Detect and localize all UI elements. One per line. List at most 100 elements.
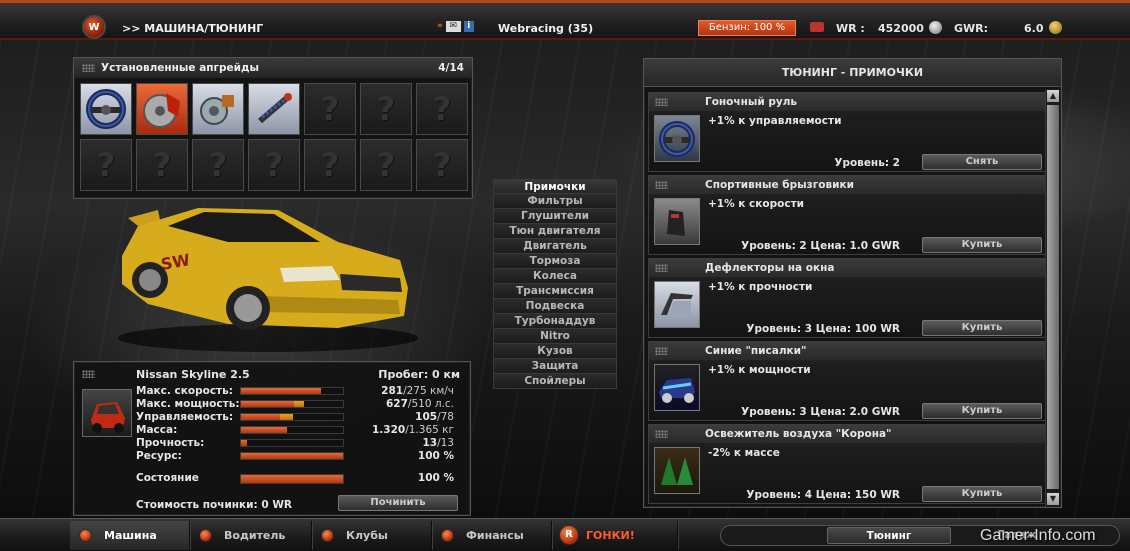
category-item[interactable]: Подвеска (493, 299, 617, 314)
tuning-panel: ТЮНИНГ - ПРИМОЧКИ Гоночный руль +1% к уп… (643, 58, 1062, 508)
watermark: Gamer-Info.com (980, 527, 1096, 544)
tuning-item-name: Освежитель воздуха "Корона" (705, 428, 892, 440)
buy-button[interactable]: Купить (922, 486, 1042, 502)
nav-tab-races[interactable]: R ГОНКИ! (552, 521, 678, 550)
buy-button[interactable]: Купить (922, 403, 1042, 419)
stat-label: Прочность: (136, 437, 205, 449)
empty-slot: ? (304, 83, 356, 135)
drag-handle-icon[interactable] (655, 347, 668, 355)
nav-tab-clubs[interactable]: Клубы (312, 521, 432, 550)
drag-handle-icon[interactable] (82, 370, 95, 378)
category-item[interactable]: Трансмиссия (493, 284, 617, 299)
empty-slot: ? (416, 139, 468, 191)
category-item[interactable]: Колеса (493, 269, 617, 284)
stat-value: 627/510 л.с. (386, 398, 454, 410)
buy-button[interactable]: Купить (922, 320, 1042, 336)
category-item[interactable]: Двигатель (493, 239, 617, 254)
fuel-badge: Бензин: 100 % (698, 20, 796, 36)
subtab-tuning[interactable]: Тюнинг (827, 527, 951, 544)
stat-value: 13/13 (422, 437, 454, 449)
stat-resource: Ресурс: 100 % (136, 450, 464, 462)
stat-max: /510 л.с. (407, 398, 454, 410)
scrollbar[interactable]: ▲ ▼ (1045, 89, 1059, 507)
tuning-item: Спортивные брызговики +1% к скорости Уро… (648, 175, 1046, 255)
turbo-icon[interactable] (192, 83, 244, 135)
suspension-icon[interactable] (248, 83, 300, 135)
user-name[interactable]: Webracing (35) (498, 22, 593, 35)
breadcrumb: >> МАШИНА/ТЮНИНГ (122, 22, 264, 35)
stat-current: 281 (381, 385, 404, 397)
tuning-item-level: Уровень: 3 Цена: 2.0 GWR (741, 406, 900, 418)
tuning-item-effect: +1% к мощности (708, 364, 811, 376)
stat-mass: Масса: 1.320/1.365 кг (136, 424, 464, 436)
stat-max: /78 (437, 411, 454, 423)
category-item[interactable]: Защита (493, 359, 617, 374)
empty-slot-mark: ? (376, 90, 396, 128)
nav-tab-driver[interactable]: Водитель (190, 521, 312, 550)
steering-wheel-icon[interactable] (80, 83, 132, 135)
nav-tab-label: Клубы (346, 529, 388, 542)
scrollbar-thumb[interactable] (1047, 105, 1059, 489)
mail-icon[interactable]: ✉ (445, 21, 461, 32)
stat-bar-bonus (279, 414, 293, 420)
category-item[interactable]: Тюн двигателя (493, 224, 617, 239)
empty-slot: ? (416, 83, 468, 135)
repair-cost: Стоимость починки: 0 WR (136, 499, 293, 511)
category-item[interactable]: Nitro (493, 329, 617, 344)
tuning-item: Освежитель воздуха "Корона" -2% к массе … (648, 424, 1046, 504)
empty-slot: ? (80, 139, 132, 191)
scroll-up-icon[interactable]: ▲ (1047, 90, 1059, 102)
bottom-nav: Машина Водитель Клубы Финансы R ГОНКИ! Тю… (0, 518, 1130, 551)
category-item[interactable]: Спойлеры (493, 374, 617, 389)
forward-arrows-icon[interactable]: » (437, 21, 443, 32)
race-logo-icon: R (559, 525, 579, 545)
empty-slot-mark: ? (376, 146, 396, 184)
empty-slot-mark: ? (320, 146, 340, 184)
stat-bar-fill (241, 414, 280, 420)
drag-handle-icon[interactable] (655, 181, 668, 189)
repair-button[interactable]: Починить (338, 495, 458, 511)
stat-bar-fill (241, 453, 343, 459)
drag-handle-icon[interactable] (82, 64, 95, 72)
game-logo[interactable]: W (82, 15, 106, 39)
nav-tab-label: Водитель (224, 529, 286, 542)
stat-max: /275 км/ч (403, 385, 454, 397)
stat-max: /13 (437, 437, 454, 449)
steering-wheel-icon (654, 115, 700, 162)
stat-bar-fill (241, 401, 295, 407)
remove-button[interactable]: Снять (922, 154, 1042, 170)
tuning-item-level: Уровень: 3 Цена: 100 WR (746, 323, 900, 335)
category-item[interactable]: Кузов (493, 344, 617, 359)
category-item[interactable]: Тормоза (493, 254, 617, 269)
tuning-item-level: Уровень: 2 Цена: 1.0 GWR (741, 240, 900, 252)
tuning-item-list: Гоночный руль +1% к управляемости Уровен… (648, 92, 1046, 507)
category-item[interactable]: Примочки (493, 179, 617, 194)
drag-handle-icon[interactable] (655, 264, 668, 272)
empty-slot-mark: ? (432, 146, 452, 184)
car-stats-panel: Nissan Skyline 2.5 Пробег: 0 км Макс. ск… (73, 361, 471, 516)
stat-current: 100 % (417, 450, 454, 462)
tuning-item-name: Гоночный руль (705, 96, 798, 108)
empty-slot: ? (304, 139, 356, 191)
stat-max-speed: Макс. скорость: 281/275 км/ч (136, 385, 464, 397)
drag-handle-icon[interactable] (655, 430, 668, 438)
tuning-item-level: Уровень: 2 (834, 157, 900, 169)
info-icon[interactable]: i (463, 21, 474, 32)
buy-button[interactable]: Купить (922, 237, 1042, 253)
drag-handle-icon[interactable] (655, 98, 668, 106)
nav-tab-finances[interactable]: Финансы (432, 521, 552, 550)
stat-condition: Состояние 100 % (136, 472, 464, 484)
stat-bar-bonus (294, 401, 305, 407)
wr-label: WR : (836, 22, 865, 35)
stat-bar (240, 439, 344, 447)
tuning-item-name: Спортивные брызговики (705, 179, 854, 191)
category-item[interactable]: Глушители (493, 209, 617, 224)
brake-disc-icon[interactable] (136, 83, 188, 135)
tuning-item-header: Дефлекторы на окна (649, 259, 1045, 277)
gold-coin-icon (1049, 21, 1062, 34)
category-item[interactable]: Турбонаддув (493, 314, 617, 329)
nav-tab-car[interactable]: Машина (70, 521, 190, 550)
category-item[interactable]: Фильтры (493, 194, 617, 209)
scroll-down-icon[interactable]: ▼ (1047, 493, 1059, 505)
tuning-item: Гоночный руль +1% к управляемости Уровен… (648, 92, 1046, 172)
